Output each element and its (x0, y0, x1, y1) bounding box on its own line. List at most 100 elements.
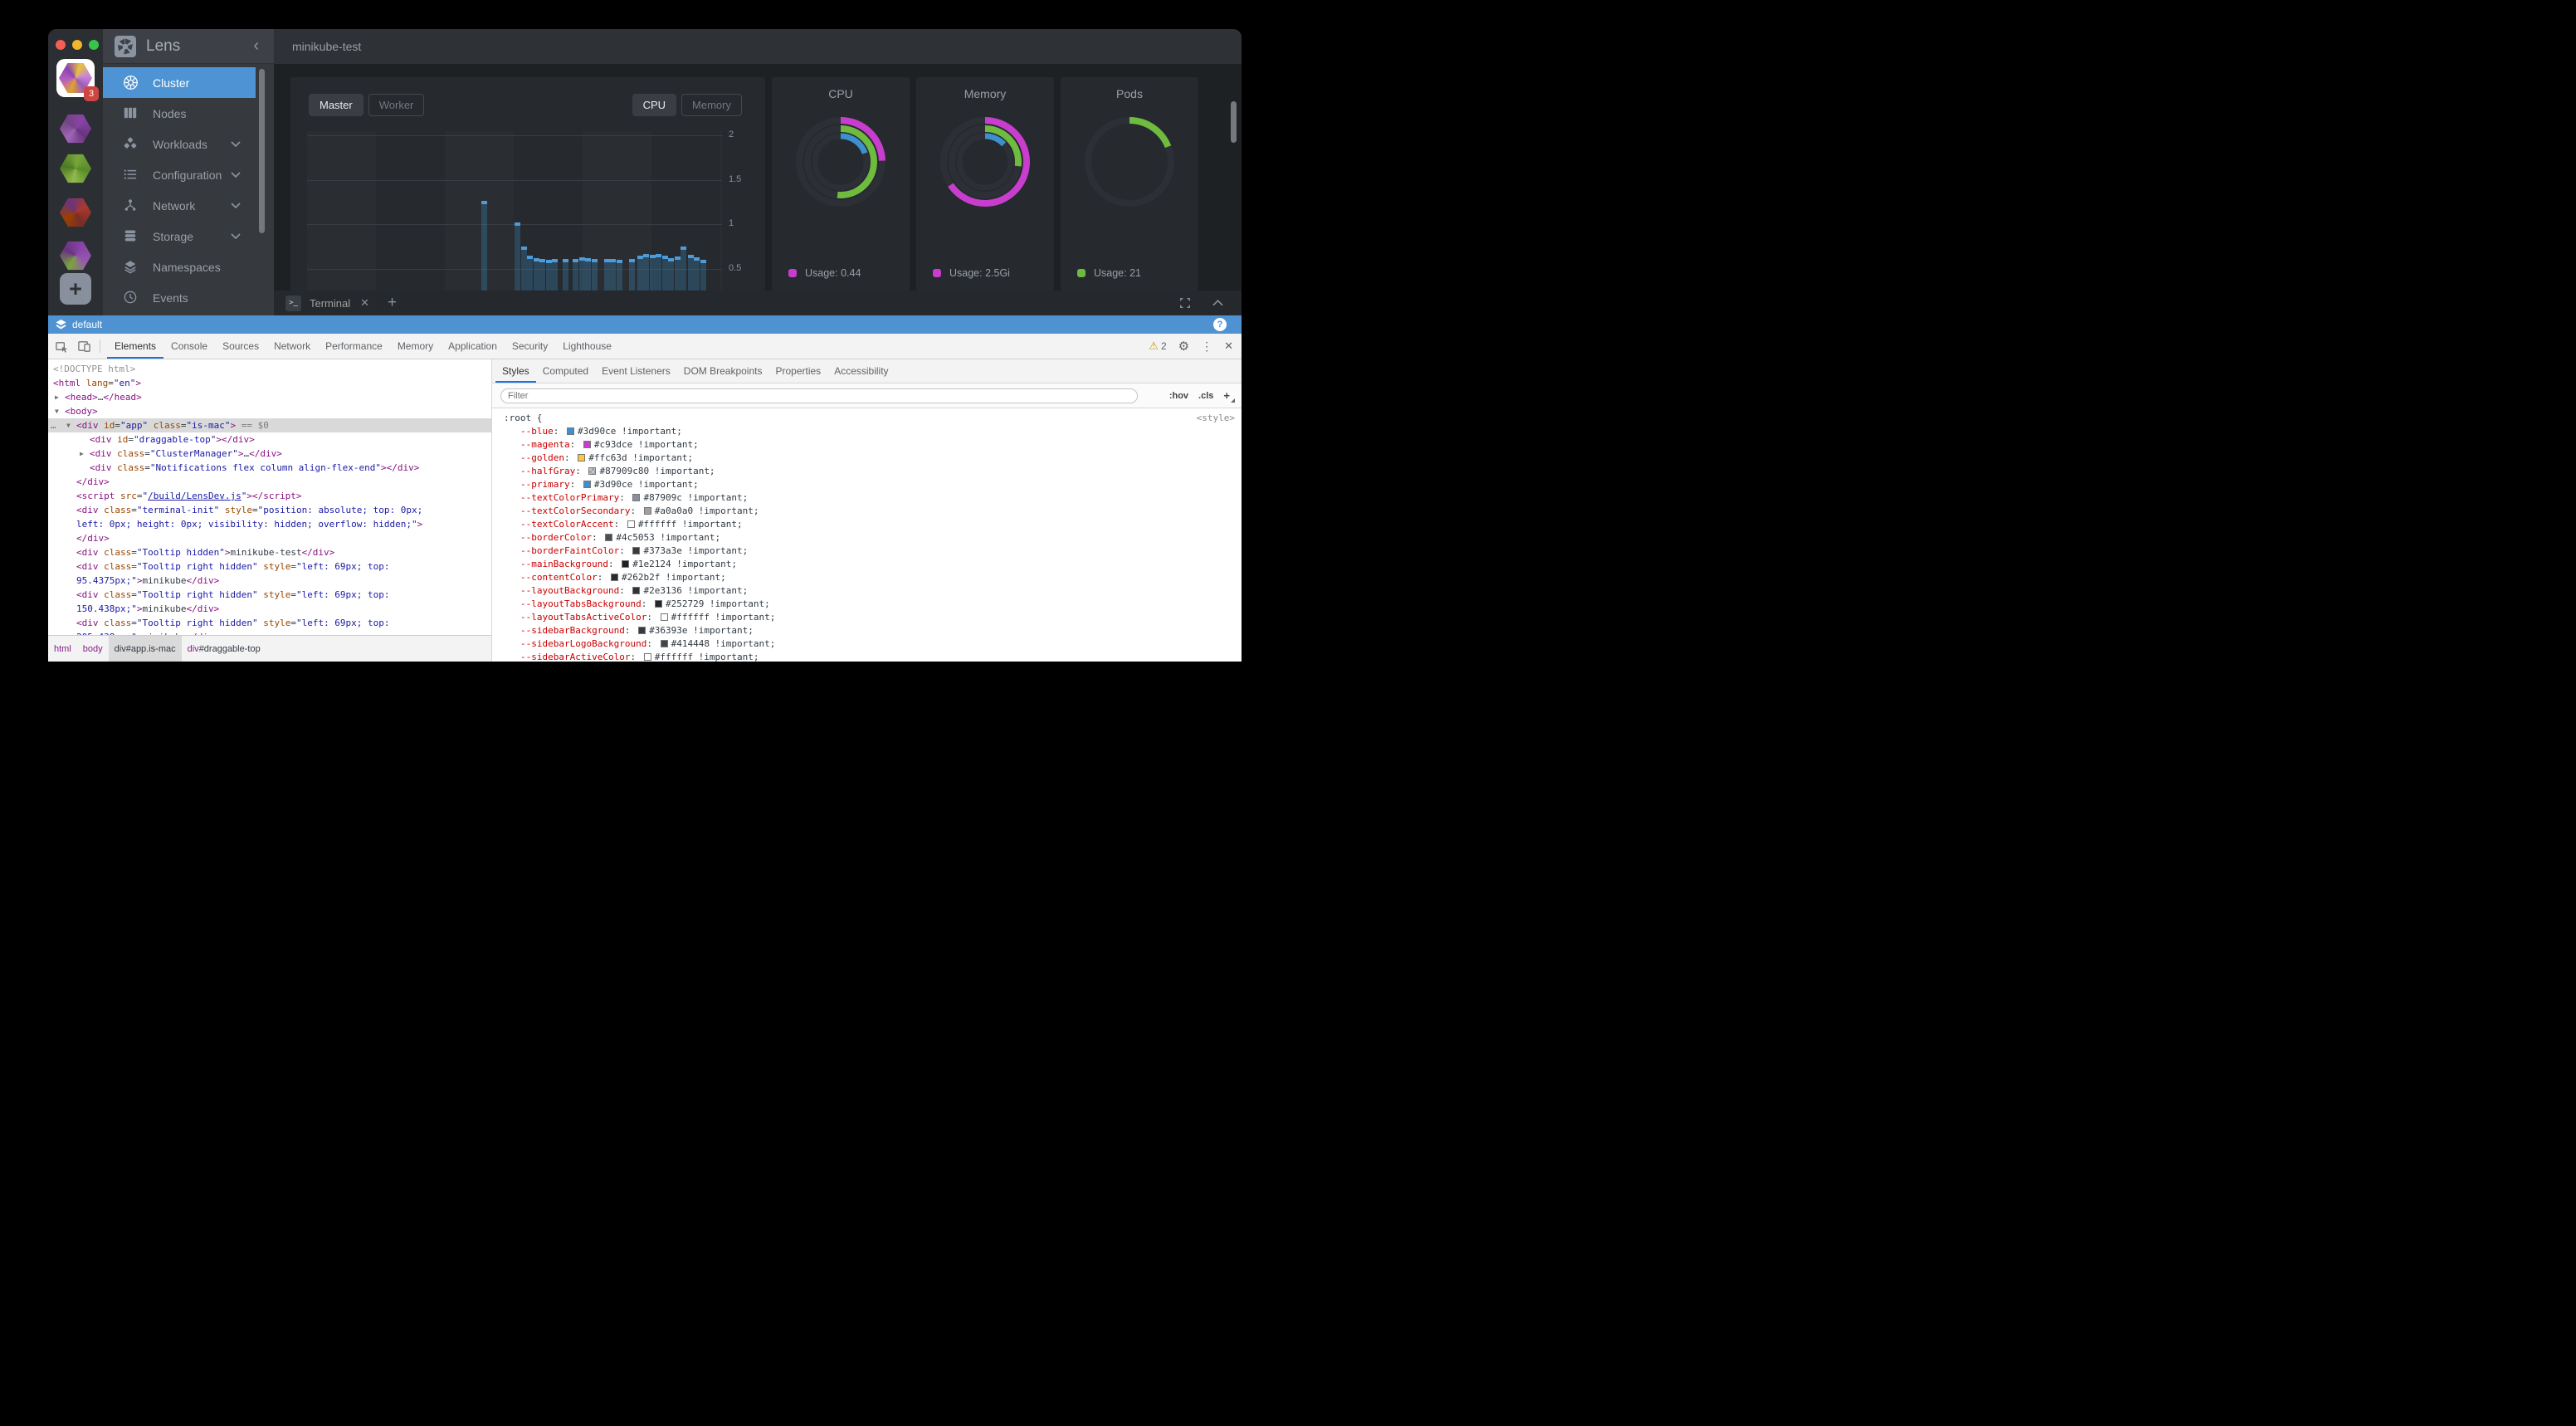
styles-tab-dom-breakpoints[interactable]: DOM Breakpoints (677, 359, 769, 383)
color-swatch[interactable] (622, 560, 629, 568)
terminal-close-icon[interactable]: ✕ (360, 296, 369, 310)
color-swatch[interactable] (661, 640, 668, 647)
devtools-tab-performance[interactable]: Performance (318, 334, 390, 359)
metric-tab-memory[interactable]: Memory (681, 94, 742, 116)
styles-tab-event-listeners[interactable]: Event Listeners (595, 359, 677, 383)
css-property[interactable]: --magenta: #c93dce !important; (504, 438, 1235, 452)
dom-node[interactable]: </div> (48, 531, 491, 545)
dom-node[interactable]: <div class="Tooltip hidden">minikube-tes… (48, 545, 491, 559)
close-window-button[interactable] (56, 40, 66, 50)
expand-arrow-icon[interactable]: ▶ (55, 390, 59, 404)
terminal-tab[interactable]: Terminal (310, 297, 350, 310)
color-swatch[interactable] (588, 467, 596, 475)
dom-node[interactable]: ▼<body> (48, 404, 491, 418)
color-swatch[interactable] (638, 627, 646, 634)
dom-node[interactable]: ▶<div class="ClusterManager">…</div> (48, 447, 491, 461)
sidebar-item-workloads[interactable]: Workloads (103, 129, 256, 159)
cluster-hexagon-icon[interactable] (60, 240, 91, 271)
expand-arrow-icon[interactable]: ▶ (80, 447, 84, 461)
css-rule-source[interactable]: <style> (1197, 412, 1235, 425)
dom-node[interactable]: </div> (48, 475, 491, 489)
breadcrumb-item[interactable]: div#app.is-mac (109, 636, 182, 662)
node-filter-tab-master[interactable]: Master (309, 94, 363, 116)
dom-node-selected[interactable]: …▼<div id="app" class="is-mac"> == $0 (48, 418, 491, 432)
devtools-tab-elements[interactable]: Elements (107, 334, 163, 359)
css-property[interactable]: --textColorSecondary: #a0a0a0 !important… (504, 505, 1235, 518)
styles-tab-computed[interactable]: Computed (536, 359, 595, 383)
color-swatch[interactable] (632, 547, 640, 554)
add-cluster-button[interactable]: + (60, 273, 91, 305)
dom-node[interactable]: <div id="draggable-top"></div> (48, 432, 491, 447)
devtools-close-icon[interactable]: ✕ (1224, 339, 1233, 353)
devtools-tab-memory[interactable]: Memory (390, 334, 441, 359)
sidebar-item-configuration[interactable]: Configuration (103, 159, 256, 190)
css-property[interactable]: --golden: #ffc63d !important; (504, 452, 1235, 465)
color-swatch[interactable] (605, 534, 612, 541)
chevron-up-icon[interactable] (1212, 300, 1223, 306)
color-swatch[interactable] (644, 653, 651, 661)
expand-arrow-icon[interactable]: ▼ (66, 418, 71, 432)
device-toolbar-icon[interactable] (77, 339, 91, 354)
color-swatch[interactable] (655, 600, 662, 608)
cluster-hexagon-icon[interactable] (60, 153, 91, 184)
devtools-tab-lighthouse[interactable]: Lighthouse (555, 334, 619, 359)
collapse-sidebar-icon[interactable]: ‹ (253, 37, 262, 56)
node-filter-tab-worker[interactable]: Worker (368, 94, 425, 116)
devtools-tab-console[interactable]: Console (163, 334, 215, 359)
color-swatch[interactable] (627, 520, 635, 528)
color-swatch[interactable] (583, 441, 591, 448)
dom-node[interactable]: <div class="Notifications flex column al… (48, 461, 491, 475)
help-button[interactable]: ? (1213, 318, 1227, 331)
content-scrollbar[interactable] (1231, 101, 1237, 143)
css-property[interactable]: --borderFaintColor: #373a3e !important; (504, 545, 1235, 558)
color-swatch[interactable] (661, 613, 668, 621)
dom-node[interactable]: 95.4375px;">minikube</div> (48, 574, 491, 588)
dom-node[interactable]: 150.438px;">minikube</div> (48, 602, 491, 616)
css-property[interactable]: --primary: #3d90ce !important; (504, 478, 1235, 491)
sidebar-item-nodes[interactable]: Nodes (103, 98, 256, 129)
styles-tab-properties[interactable]: Properties (768, 359, 827, 383)
color-swatch[interactable] (611, 574, 618, 581)
css-property[interactable]: --halfGray: #87909c80 !important; (504, 465, 1235, 478)
cluster-hexagon-icon[interactable] (60, 113, 91, 144)
styles-filter-input[interactable] (500, 388, 1138, 403)
css-property[interactable]: --borderColor: #4c5053 !important; (504, 531, 1235, 545)
color-swatch[interactable] (578, 454, 585, 461)
styles-tab-styles[interactable]: Styles (495, 359, 536, 383)
css-property[interactable]: --mainBackground: #1e2124 !important; (504, 558, 1235, 571)
dom-node[interactable]: <div class="Tooltip right hidden" style=… (48, 616, 491, 630)
devtools-tab-network[interactable]: Network (266, 334, 318, 359)
terminal-add-icon[interactable]: + (388, 294, 397, 312)
toggle-element-state-button[interactable]: :hov (1169, 391, 1188, 401)
css-property[interactable]: --contentColor: #262b2f !important; (504, 571, 1235, 584)
expand-arrow-icon[interactable]: ▼ (55, 404, 59, 418)
expand-terminal-icon[interactable] (1179, 297, 1191, 309)
cluster-hexagon-icon[interactable] (60, 197, 91, 228)
minimize-window-button[interactable] (72, 40, 82, 50)
devtools-settings-icon[interactable]: ⚙ (1178, 339, 1189, 354)
css-property[interactable]: --blue: #3d90ce !important; (504, 425, 1235, 438)
css-property[interactable]: --layoutBackground: #2e3136 !important; (504, 584, 1235, 598)
metric-tab-cpu[interactable]: CPU (632, 94, 676, 116)
css-property[interactable]: --sidebarLogoBackground: #414448 !import… (504, 637, 1235, 651)
new-style-rule-button[interactable]: + (1223, 389, 1233, 402)
color-swatch[interactable] (632, 494, 640, 501)
css-property[interactable]: --layoutTabsBackground: #252729 !importa… (504, 598, 1235, 611)
breadcrumb-item[interactable]: html (48, 636, 77, 662)
inspect-element-icon[interactable] (55, 339, 69, 354)
color-swatch[interactable] (644, 507, 651, 515)
css-property[interactable]: --textColorPrimary: #87909c !important; (504, 491, 1235, 505)
dom-node[interactable]: <div class="terminal-init" style="positi… (48, 503, 491, 517)
styles-tab-accessibility[interactable]: Accessibility (827, 359, 895, 383)
sidebar-item-namespaces[interactable]: Namespaces (103, 252, 256, 282)
color-swatch[interactable] (632, 587, 640, 594)
dom-node[interactable]: ▶<head>…</head> (48, 390, 491, 404)
sidebar-item-network[interactable]: Network (103, 190, 256, 221)
devtools-menu-icon[interactable]: ⋮ (1201, 339, 1212, 354)
breadcrumb-item[interactable]: div#draggable-top (182, 636, 266, 662)
dom-node[interactable]: <html lang="en"> (48, 376, 491, 390)
dom-node[interactable]: <div class="Tooltip right hidden" style=… (48, 588, 491, 602)
css-property[interactable]: --sidebarBackground: #36393e !important; (504, 624, 1235, 637)
css-property[interactable]: --textColorAccent: #ffffff !important; (504, 518, 1235, 531)
console-warnings-badge[interactable]: ⚠ 2 (1149, 339, 1166, 353)
